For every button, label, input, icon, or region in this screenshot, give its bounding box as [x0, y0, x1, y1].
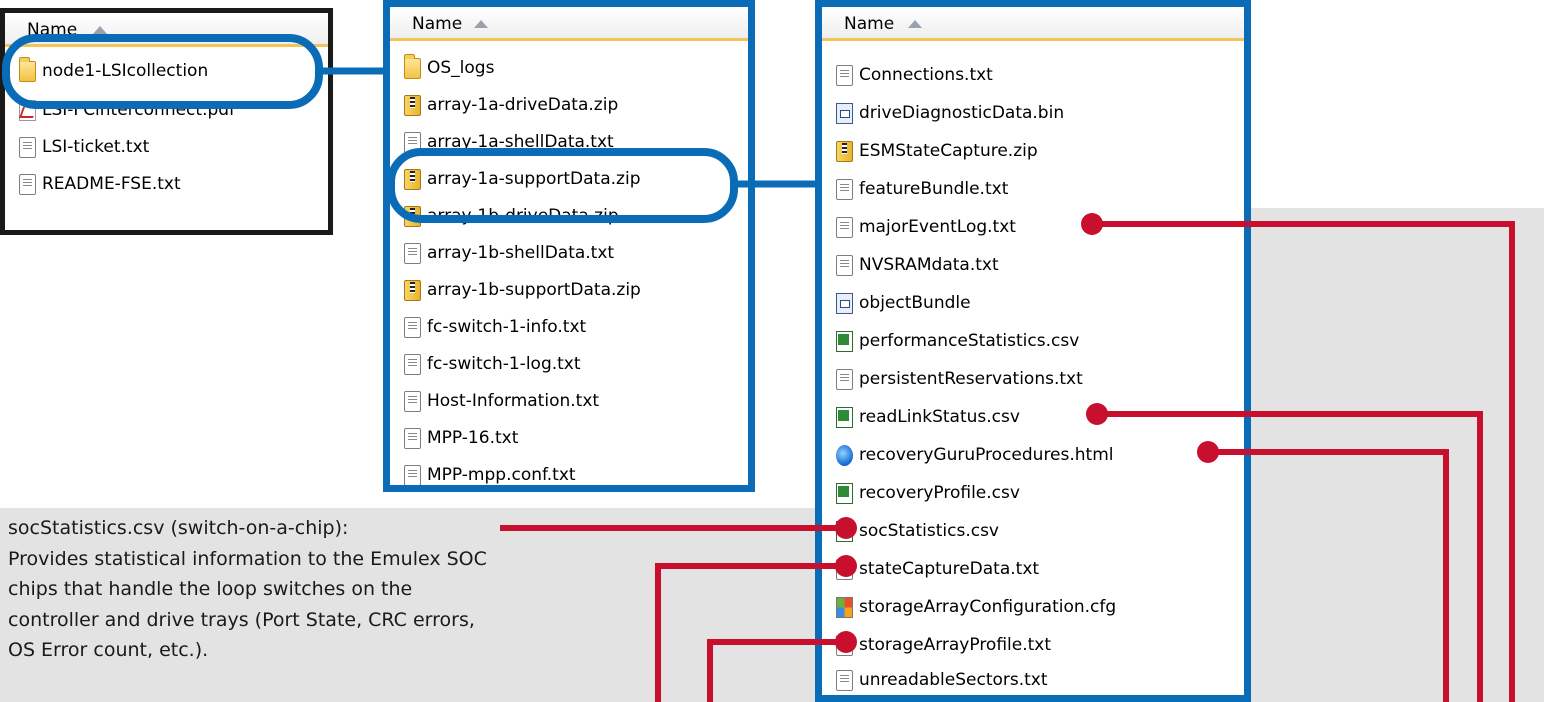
marker-recoveryguruprocedures	[1197, 441, 1219, 463]
marker-statecapturedata	[835, 555, 857, 577]
connector-overlay	[2, 34, 1515, 702]
connector-readlinkstatus	[1097, 411, 1483, 702]
marker-storagearrayprofile	[835, 631, 857, 653]
marker-majoreventlog	[1081, 213, 1103, 235]
connector-storagearrayprofile	[707, 639, 846, 702]
connector-statecapturedata	[655, 563, 846, 702]
marker-socstatistics	[835, 517, 857, 539]
marker-readlinkstatus	[1086, 403, 1108, 425]
highlight-array-1a-supportdata	[387, 148, 738, 223]
connector-recoveryguruprocedures	[1208, 449, 1449, 702]
highlight-node1-lsicollection	[2, 34, 323, 109]
